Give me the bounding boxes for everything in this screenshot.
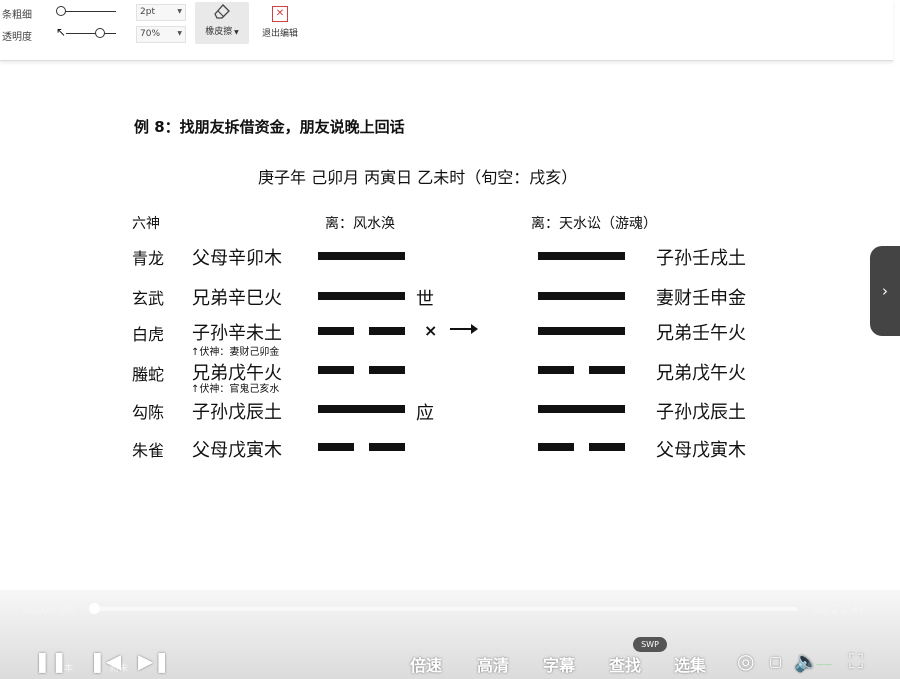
close-box-icon: ✕ — [272, 6, 288, 22]
right-yao-3-yang — [538, 327, 625, 335]
thickness-slider-knob[interactable] — [56, 6, 66, 16]
exit-edit-label: 退出编辑 — [261, 29, 298, 39]
thickness-select-value: 2pt — [140, 7, 155, 17]
search-button[interactable]: 查找 — [609, 652, 641, 676]
six-god-5: 勾陈 — [132, 403, 165, 422]
progress-bar[interactable] — [94, 607, 798, 611]
player-control-bar — [0, 590, 900, 679]
swp-badge: SWP — [633, 637, 667, 652]
right-line-2: 妻财壬申金 — [656, 288, 746, 309]
left-yao-5-yang — [318, 405, 405, 413]
faded-caption-2: 附未 — [110, 664, 129, 674]
annotation-toolbar: 条粗细 透明度 ↖ 2pt ▼ 70% ▼ 橡皮擦 ▼ ✕ 退出编辑 — [0, 0, 893, 61]
opacity-slider-knob[interactable] — [95, 28, 105, 38]
left-yao-3-yin-b — [369, 327, 405, 335]
left-line-3: 子孙辛未土 — [192, 323, 282, 344]
right-yao-1-yang — [538, 252, 625, 260]
left-yao-6-yin-b — [369, 443, 405, 451]
thickness-slider[interactable] — [58, 11, 116, 12]
fushen-note-1: ↑伏神：妻财己卯金 — [191, 347, 280, 358]
opacity-label: 透明度 — [2, 32, 32, 43]
fushen-text-2: 伏神：官鬼己亥水 — [199, 384, 280, 395]
left-line-6: 父母戊寅木 — [192, 440, 282, 461]
eraser-label: 橡皮擦 — [205, 27, 233, 37]
thickness-label: 条粗细 — [2, 10, 32, 21]
six-god-1: 青龙 — [132, 249, 165, 268]
left-yao-4-yin-b — [369, 366, 405, 374]
six-gods-header: 六神 — [132, 216, 160, 232]
right-yao-4-yin-b — [589, 366, 625, 374]
right-line-4: 兄弟戊午火 — [656, 363, 746, 384]
speed-button[interactable]: 倍速 — [410, 652, 442, 676]
six-god-4: 螣蛇 — [132, 365, 165, 384]
left-yao-4-yin-a — [318, 366, 354, 374]
left-line-5: 子孙戊辰土 — [192, 402, 282, 423]
right-line-1: 子孙壬戌土 — [656, 248, 746, 269]
six-god-6: 朱雀 — [132, 441, 165, 460]
fushen-note-2: ↑伏神：官鬼己亥水 — [191, 384, 280, 395]
settings-icon[interactable]: ◎ — [737, 649, 754, 673]
eraser-button[interactable]: 橡皮擦 ▼ — [195, 2, 249, 44]
left-line-2: 兄弟辛巳火 — [192, 288, 282, 309]
current-time: 00:00:06 — [22, 602, 76, 616]
right-line-3: 兄弟壬午火 — [656, 323, 746, 344]
right-yao-6-yin-b — [589, 443, 625, 451]
left-line-1: 父母辛卯木 — [192, 248, 282, 269]
watermark: —— — [816, 660, 832, 669]
opacity-slider[interactable] — [66, 33, 116, 34]
chevron-right-icon: › — [882, 282, 888, 300]
moving-line-mark: × — [424, 321, 438, 340]
left-hexagram-header: 离：风水涣 — [325, 216, 395, 232]
opacity-select[interactable]: 70% ▼ — [136, 26, 186, 43]
eraser-icon — [214, 4, 230, 19]
right-yao-4-yin-a — [538, 366, 574, 374]
exit-edit-button[interactable]: ✕ 退出编辑 — [256, 2, 304, 44]
cursor-icon: ↖ — [56, 25, 67, 39]
chevron-down-icon: ▼ — [177, 30, 182, 37]
fushen-text-1: 伏神：妻财己卯金 — [199, 347, 280, 358]
next-icon[interactable]: ▶❚ — [138, 649, 170, 673]
progress-knob[interactable] — [89, 603, 100, 614]
faded-caption-1: 本 — [64, 664, 74, 674]
pause-icon[interactable]: ❚❚ — [34, 649, 68, 673]
thickness-select[interactable]: 2pt ▼ — [136, 4, 186, 21]
shi-marker: 世 — [416, 289, 434, 310]
total-time: 00:21:47 — [812, 602, 866, 616]
fullscreen-icon[interactable]: ⛶ — [849, 649, 863, 673]
change-arrow-icon — [450, 324, 478, 334]
left-yao-2-yang — [318, 292, 405, 300]
ying-marker: 应 — [416, 403, 434, 424]
right-hexagram-header: 离：天水讼（游魂） — [531, 216, 657, 232]
right-yao-2-yang — [538, 292, 625, 300]
left-yao-1-yang — [318, 252, 405, 260]
left-yao-6-yin-a — [318, 443, 354, 451]
right-line-5: 子孙戊辰土 — [656, 402, 746, 423]
quality-button[interactable]: 高清 — [477, 652, 509, 676]
six-god-2: 玄武 — [132, 289, 165, 308]
six-god-3: 白虎 — [132, 325, 165, 344]
left-yao-3-yin-a — [318, 327, 354, 335]
episodes-button[interactable]: 选集 — [674, 652, 706, 676]
chevron-down-icon: ▼ — [177, 8, 182, 15]
next-page-tab[interactable]: › — [870, 246, 900, 336]
subtitle-button[interactable]: 字幕 — [543, 652, 575, 676]
right-yao-5-yang — [538, 405, 625, 413]
right-yao-6-yin-a — [538, 443, 574, 451]
slide-title: 例 8：找朋友拆借资金，朋友说晚上回话 — [134, 118, 405, 136]
date-line: 庚子年 己卯月 丙寅日 乙未时（旬空：戌亥） — [258, 168, 578, 187]
screen-icon[interactable]: ▢ — [769, 654, 782, 670]
right-line-6: 父母戊寅木 — [656, 440, 746, 461]
opacity-select-value: 70% — [140, 29, 161, 39]
